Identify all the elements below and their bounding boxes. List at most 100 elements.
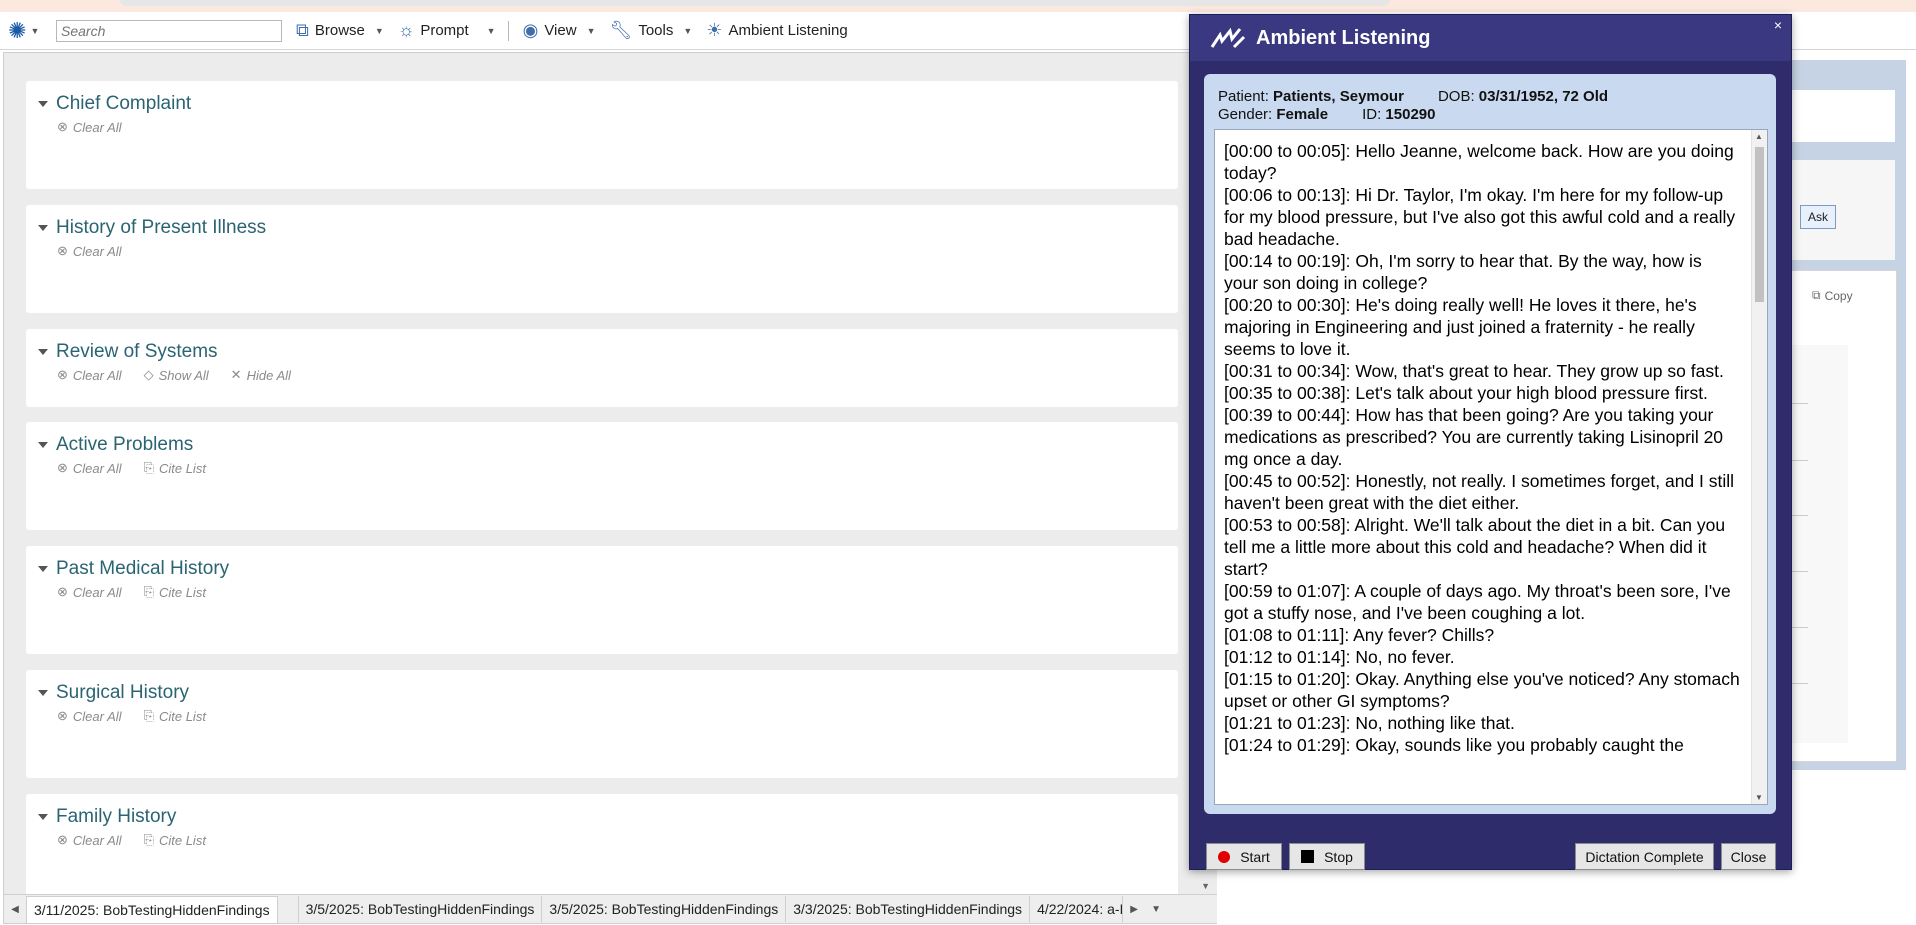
id-value: 150290	[1385, 106, 1436, 123]
clear-all-button[interactable]: ⊗ Clear All	[57, 243, 122, 259]
collapse-triangle-icon[interactable]	[38, 101, 48, 107]
cite-list-label: Cite List	[158, 460, 206, 476]
chevron-down-icon: ▼	[683, 25, 693, 36]
cite-list-label: Cite List	[158, 584, 206, 600]
chevron-down-icon: ▼	[486, 25, 496, 36]
ambient-listening-button[interactable]: ☀ Ambient Listening	[706, 20, 847, 41]
clear-circle-icon: ⊗	[57, 119, 68, 134]
transcript-scrollbar[interactable]: ▲ ▼	[1751, 130, 1767, 804]
note-tab[interactable]: 3/5/2025: BobTestingHiddenFindings	[542, 896, 787, 922]
transcript-textarea[interactable]: [00:00 to 00:05]: Hello Jeanne, welcome …	[1214, 129, 1768, 805]
prompt-menu[interactable]: ☼ Prompt ▼	[398, 20, 496, 41]
dialog-header[interactable]: Ambient Listening ×	[1190, 15, 1791, 61]
cite-list-button[interactable]: ⎘ Cite List	[144, 460, 206, 476]
gender-value: Female	[1276, 106, 1329, 123]
collapse-triangle-icon[interactable]	[38, 349, 48, 355]
clear-all-button[interactable]: ⊗ Clear All	[57, 584, 122, 600]
collapse-triangle-icon[interactable]	[38, 225, 48, 231]
tools-menu[interactable]: 🔧︎ Tools ▼	[609, 20, 692, 41]
transcript-line: [01:08 to 01:11]: Any fever? Chills?	[1224, 625, 1495, 645]
transcript-line: [00:31 to 00:34]: Wow, that's great to h…	[1224, 361, 1724, 381]
start-button[interactable]: Start	[1206, 843, 1282, 870]
scrollbar-thumb[interactable]	[1755, 147, 1764, 302]
hide-all-button[interactable]: ✕ Hide All	[231, 367, 291, 383]
section-title[interactable]: History of Present Illness	[56, 217, 266, 239]
show-all-button[interactable]: ◇ Show All	[144, 367, 209, 383]
clear-all-button[interactable]: ⊗ Clear All	[57, 460, 122, 476]
note-document-area[interactable]: Chief Complaint ⊗ Clear All History of Pr…	[3, 52, 1219, 896]
dob-label: DOB:	[1437, 88, 1475, 105]
transcript-line: [00:53 to 00:58]: Alright. We'll talk ab…	[1224, 515, 1726, 579]
collapse-triangle-icon[interactable]	[38, 566, 48, 572]
clear-circle-icon: ⊗	[57, 367, 68, 382]
clear-all-button[interactable]: ⊗ Clear All	[57, 832, 122, 848]
browse-icon: ⧉	[296, 20, 309, 40]
cite-list-button[interactable]: ⎘ Cite List	[144, 584, 206, 600]
transcript-line: [00:20 to 00:30]: He's doing really well…	[1224, 295, 1697, 359]
scroll-up-arrow-icon[interactable]: ▲	[1755, 132, 1763, 141]
chevron-down-icon: ▼	[586, 25, 596, 36]
transcript-line: [01:12 to 01:14]: No, no fever.	[1224, 647, 1455, 667]
clear-all-button[interactable]: ⊗ Clear All	[57, 119, 122, 135]
section-history-present-illness: History of Present Illness ⊗ Clear All	[26, 205, 1178, 313]
clear-circle-icon: ⊗	[57, 708, 68, 723]
clear-all-label: Clear All	[72, 708, 122, 724]
browse-menu[interactable]: ⧉ Browse ▼	[296, 20, 384, 41]
dictation-complete-button[interactable]: Dictation Complete	[1575, 843, 1714, 870]
copy-label: Copy	[1824, 288, 1853, 303]
clear-all-button[interactable]: ⊗ Clear All	[57, 367, 122, 383]
search-input[interactable]	[56, 19, 282, 42]
clear-all-label: Clear All	[72, 584, 122, 600]
note-tab[interactable]: 4/22/2024: a-Bob-	[1030, 896, 1124, 922]
close-button[interactable]: Close	[1721, 843, 1776, 870]
section-chief-complaint: Chief Complaint ⊗ Clear All	[26, 81, 1178, 189]
table-divider	[1790, 571, 1808, 572]
section-title[interactable]: Review of Systems	[56, 341, 218, 363]
wrench-icon: 🔧︎	[609, 20, 633, 40]
table-divider	[1790, 403, 1808, 404]
note-tab[interactable]: 3/11/2025: BobTestingHiddenFindings	[26, 895, 278, 923]
stop-button[interactable]: Stop	[1289, 843, 1365, 870]
dialog-title: Ambient Listening	[1256, 26, 1431, 49]
close-icon[interactable]: ×	[1774, 17, 1782, 33]
dictation-complete-label: Dictation Complete	[1585, 848, 1704, 865]
clear-all-button[interactable]: ⊗ Clear All	[57, 708, 122, 724]
scroll-down-arrow-icon[interactable]: ▼	[1201, 881, 1210, 891]
section-title[interactable]: Chief Complaint	[56, 93, 191, 115]
note-tab[interactable]: 3/3/2025: BobTestingHiddenFindings	[786, 896, 1031, 922]
collapse-triangle-icon[interactable]	[38, 442, 48, 448]
ask-button[interactable]: Ask	[1800, 205, 1836, 229]
tools-label: Tools	[638, 22, 674, 39]
scroll-down-arrow-icon[interactable]: ▼	[1755, 793, 1763, 802]
chevron-down-icon: ▼	[30, 25, 40, 36]
collapse-triangle-icon[interactable]	[38, 690, 48, 696]
app-menu-button[interactable]: ✺ ▼	[8, 19, 48, 42]
table-divider	[1790, 460, 1808, 461]
tab-scroll-right-icon[interactable]: ▶	[1123, 904, 1145, 915]
clear-circle-icon: ⊗	[57, 243, 68, 258]
view-menu[interactable]: ◉ View ▼	[523, 20, 596, 41]
tab-list-dropdown-icon[interactable]: ▼	[1145, 904, 1167, 915]
transcript-line: [00:06 to 00:13]: Hi Dr. Taylor, I'm oka…	[1224, 185, 1736, 249]
cite-list-button[interactable]: ⎘ Cite List	[144, 832, 206, 848]
section-title[interactable]: Family History	[56, 806, 176, 828]
note-tab[interactable]: 3/5/2025: BobTestingHiddenFindings	[297, 896, 543, 922]
transcript-line: [01:21 to 01:23]: No, nothing like that.	[1224, 713, 1515, 733]
browser-top-strip	[0, 0, 1916, 12]
collapse-triangle-icon[interactable]	[38, 814, 48, 820]
id-label: ID:	[1362, 106, 1382, 123]
tab-scroll-left-icon[interactable]: ◀	[4, 904, 26, 915]
section-title[interactable]: Past Medical History	[56, 558, 229, 580]
cite-icon: ⎘	[143, 460, 154, 475]
clear-circle-icon: ⊗	[57, 584, 68, 599]
section-title[interactable]: Active Problems	[56, 434, 193, 456]
copy-button[interactable]: ⧉ Copy	[1812, 288, 1853, 303]
assistant-panel-header	[1780, 90, 1895, 142]
section-title[interactable]: Surgical History	[56, 682, 189, 704]
transcript-line: [01:24 to 01:29]: Okay, sounds like you …	[1224, 735, 1684, 755]
table-divider	[1790, 627, 1808, 628]
clear-circle-icon: ⊗	[57, 460, 68, 475]
lightbulb-icon: ☀	[706, 20, 723, 40]
cite-list-button[interactable]: ⎘ Cite List	[144, 708, 206, 724]
ambient-listening-dialog: Ambient Listening × Patient: Patients, S…	[1189, 14, 1792, 870]
